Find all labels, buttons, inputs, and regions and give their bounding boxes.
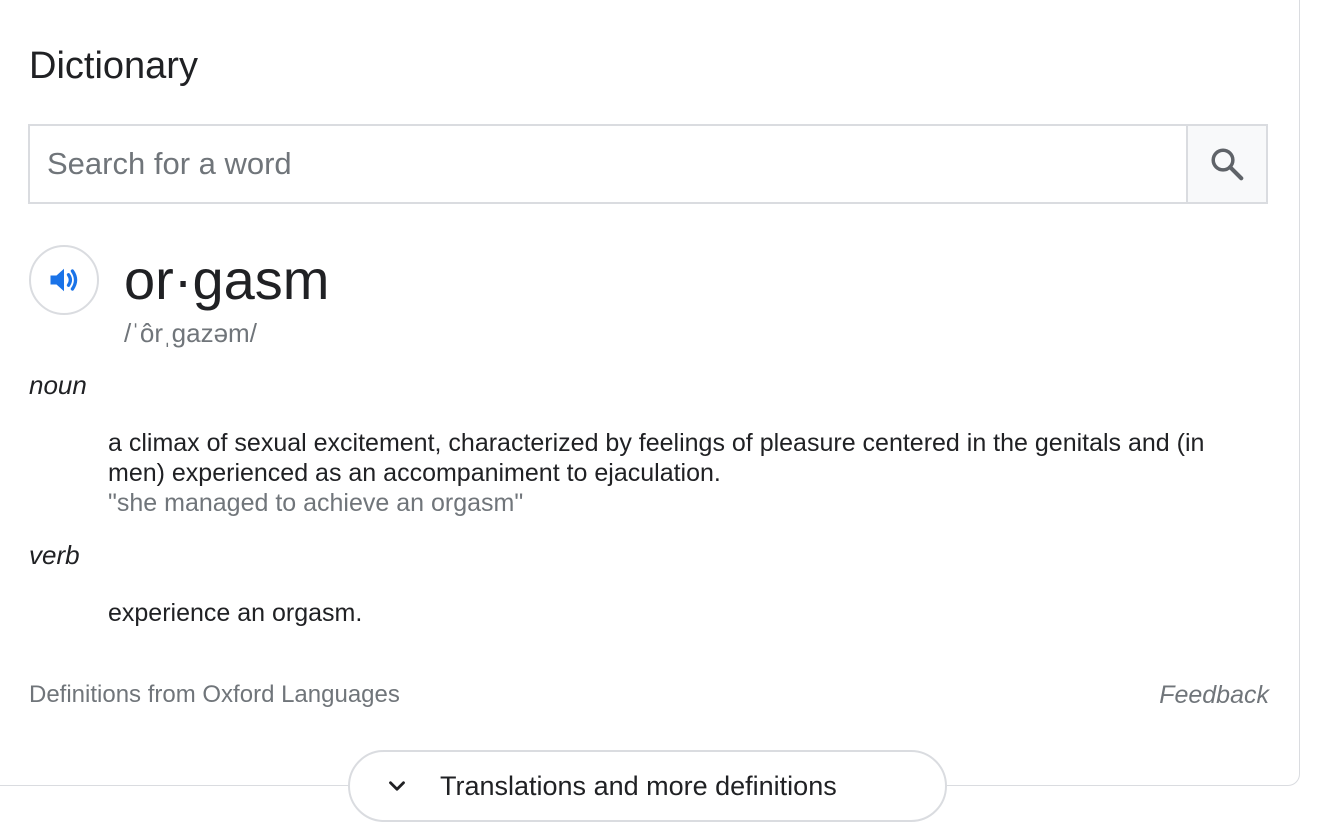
part-of-speech-verb: verb [29, 540, 80, 570]
search-box [28, 124, 1268, 204]
feedback-link[interactable]: Feedback [1159, 680, 1269, 710]
pronounce-button[interactable] [29, 245, 99, 315]
definitions-source: Definitions from Oxford Languages [29, 681, 400, 708]
translations-more-definitions-label: Translations and more definitions [440, 770, 837, 801]
phonetic-spelling: /ˈôrˌɡazəm/ [124, 318, 257, 348]
headword: or·gasm [124, 248, 330, 311]
speaker-icon [50, 268, 78, 292]
example-noun: "she managed to achieve an orgasm" [108, 489, 524, 517]
dictionary-title: Dictionary [29, 45, 198, 87]
part-of-speech-noun: noun [29, 370, 87, 400]
search-icon [1211, 148, 1244, 181]
chevron-down-icon [380, 769, 414, 803]
search-input[interactable] [30, 126, 1188, 202]
dictionary-card [0, 0, 1300, 786]
search-button[interactable] [1186, 126, 1266, 202]
definition-noun: a climax of sexual excitement, character… [108, 429, 1205, 487]
definition-verb: experience an orgasm. [108, 599, 363, 627]
translations-more-definitions-button[interactable]: Translations and more definitions [348, 750, 947, 822]
